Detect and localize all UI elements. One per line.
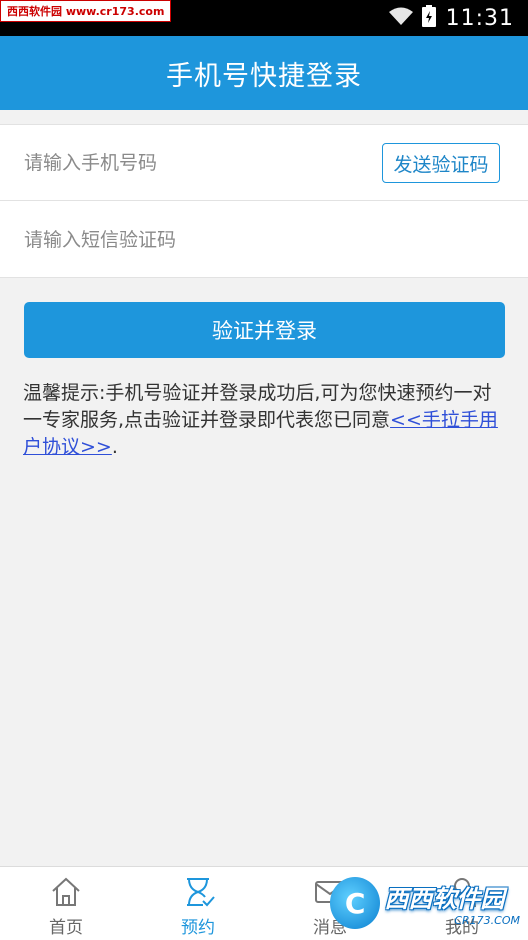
page-title: 手机号快捷登录	[166, 60, 362, 92]
sms-code-input[interactable]	[24, 229, 354, 251]
nav-item-appointment[interactable]: 预约	[132, 867, 264, 940]
tip-text: 温馨提示:手机号验证并登录成功后,可为您快速预约一对一专家服务,点击验证并登录即…	[23, 380, 507, 461]
phone-input[interactable]	[24, 151, 354, 174]
home-icon	[52, 877, 80, 906]
watermark-logo-icon: C	[330, 877, 381, 929]
watermark-bottom: C 西西软件园 CR173.COM	[330, 872, 520, 934]
watermark-main: 西西软件园	[384, 885, 505, 913]
appointment-icon	[187, 878, 215, 907]
tip-suffix: .	[111, 436, 118, 458]
watermark-text: 西西软件园 CR173.COM	[384, 879, 520, 927]
code-row	[0, 202, 528, 278]
status-time: 11:31	[445, 5, 514, 31]
phone-row: 发送验证码	[0, 125, 528, 201]
nav-label-home: 首页	[49, 918, 83, 938]
nav-item-home[interactable]: 首页	[0, 867, 132, 940]
watermark-sub: CR173.COM	[454, 914, 520, 927]
login-form: 发送验证码	[0, 124, 528, 278]
battery-icon	[421, 5, 436, 31]
verify-login-button[interactable]: 验证并登录	[24, 302, 505, 358]
wifi-icon	[388, 6, 414, 30]
send-code-button[interactable]: 发送验证码	[382, 143, 500, 183]
header: 手机号快捷登录	[0, 36, 528, 110]
watermark-top: 西西软件园 www.cr173.com	[0, 0, 172, 22]
nav-label-appointment: 预约	[181, 918, 215, 938]
